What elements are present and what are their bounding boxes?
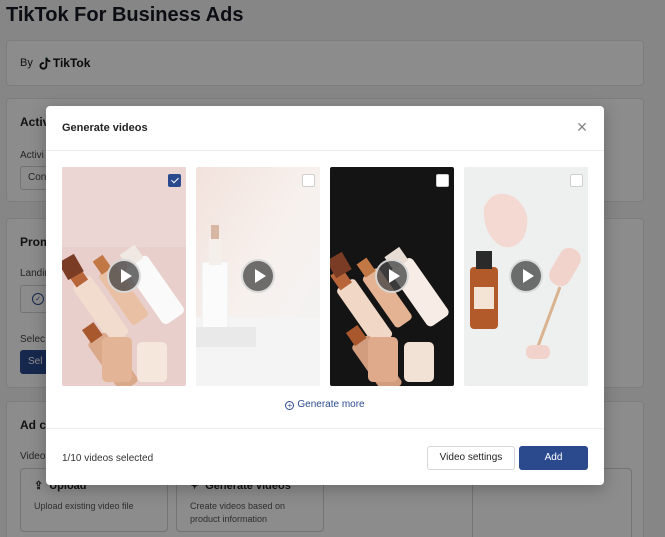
video-4-checkbox[interactable] xyxy=(570,174,583,187)
play-icon[interactable] xyxy=(107,259,141,293)
play-icon[interactable] xyxy=(241,259,275,293)
selected-count: 1/10 videos selected xyxy=(62,453,154,464)
video-thumbnail-3[interactable] xyxy=(330,167,454,386)
modal-footer: 1/10 videos selected Video settings Add xyxy=(46,428,604,485)
video-1-checkbox[interactable] xyxy=(168,174,181,187)
generate-more-label: Generate more xyxy=(297,399,365,410)
plus-circle-icon: + xyxy=(285,401,295,410)
video-2-checkbox[interactable] xyxy=(302,174,315,187)
play-icon[interactable] xyxy=(375,259,409,293)
generate-more-link[interactable]: + Generate more xyxy=(46,399,604,410)
page: TikTok For Business Ads By TikTok Activ … xyxy=(0,0,665,537)
generate-videos-modal: Generate videos ✕ + Generate more 1/10 v… xyxy=(46,106,604,485)
video-grid xyxy=(62,167,588,386)
video-thumbnail-4[interactable] xyxy=(464,167,588,386)
video-thumbnail-1[interactable] xyxy=(62,167,186,386)
add-button[interactable]: Add xyxy=(519,446,588,470)
video-settings-button[interactable]: Video settings xyxy=(427,446,515,470)
video-3-checkbox[interactable] xyxy=(436,174,449,187)
modal-header: Generate videos ✕ xyxy=(46,106,604,151)
video-thumbnail-2[interactable] xyxy=(196,167,320,386)
close-icon[interactable]: ✕ xyxy=(574,119,590,135)
play-icon[interactable] xyxy=(509,259,543,293)
modal-title: Generate videos xyxy=(62,122,148,134)
